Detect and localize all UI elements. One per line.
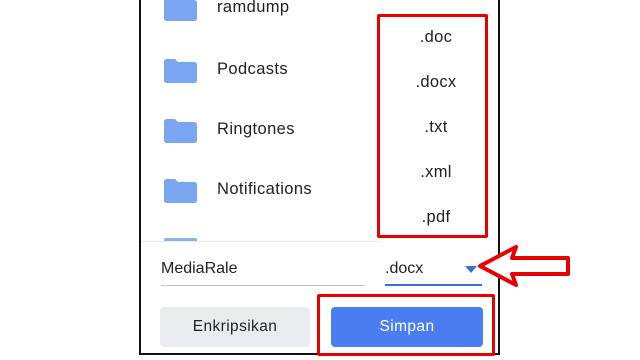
folder-item-podcasts[interactable]: Podcasts <box>141 52 381 92</box>
folder-label: Podcasts <box>217 60 289 78</box>
folder-item-notifications[interactable]: Notifications <box>141 172 381 212</box>
encrypt-button[interactable]: Enkripsikan <box>160 307 310 347</box>
red-arrow-icon <box>478 245 570 287</box>
highlight-box-save <box>317 294 495 356</box>
highlight-box-file-types <box>377 14 488 238</box>
folder-label: Notifications <box>217 180 313 198</box>
divider <box>141 241 381 242</box>
folder-label: ramdump <box>217 0 290 16</box>
folder-label: Ringtones <box>217 120 295 138</box>
folder-list[interactable]: ramdump Podcasts Ringtones Notifications <box>141 0 381 242</box>
file-type-select-value: .docx <box>385 260 424 277</box>
folder-icon <box>164 119 197 143</box>
folder-icon <box>164 0 197 21</box>
folder-icon <box>164 59 197 83</box>
filename-input[interactable] <box>161 252 365 286</box>
folder-icon <box>164 179 197 203</box>
file-type-select[interactable]: .docx <box>385 252 482 286</box>
folder-item-ramdump[interactable]: ramdump <box>141 0 381 30</box>
folder-item-ringtones[interactable]: Ringtones <box>141 112 381 152</box>
